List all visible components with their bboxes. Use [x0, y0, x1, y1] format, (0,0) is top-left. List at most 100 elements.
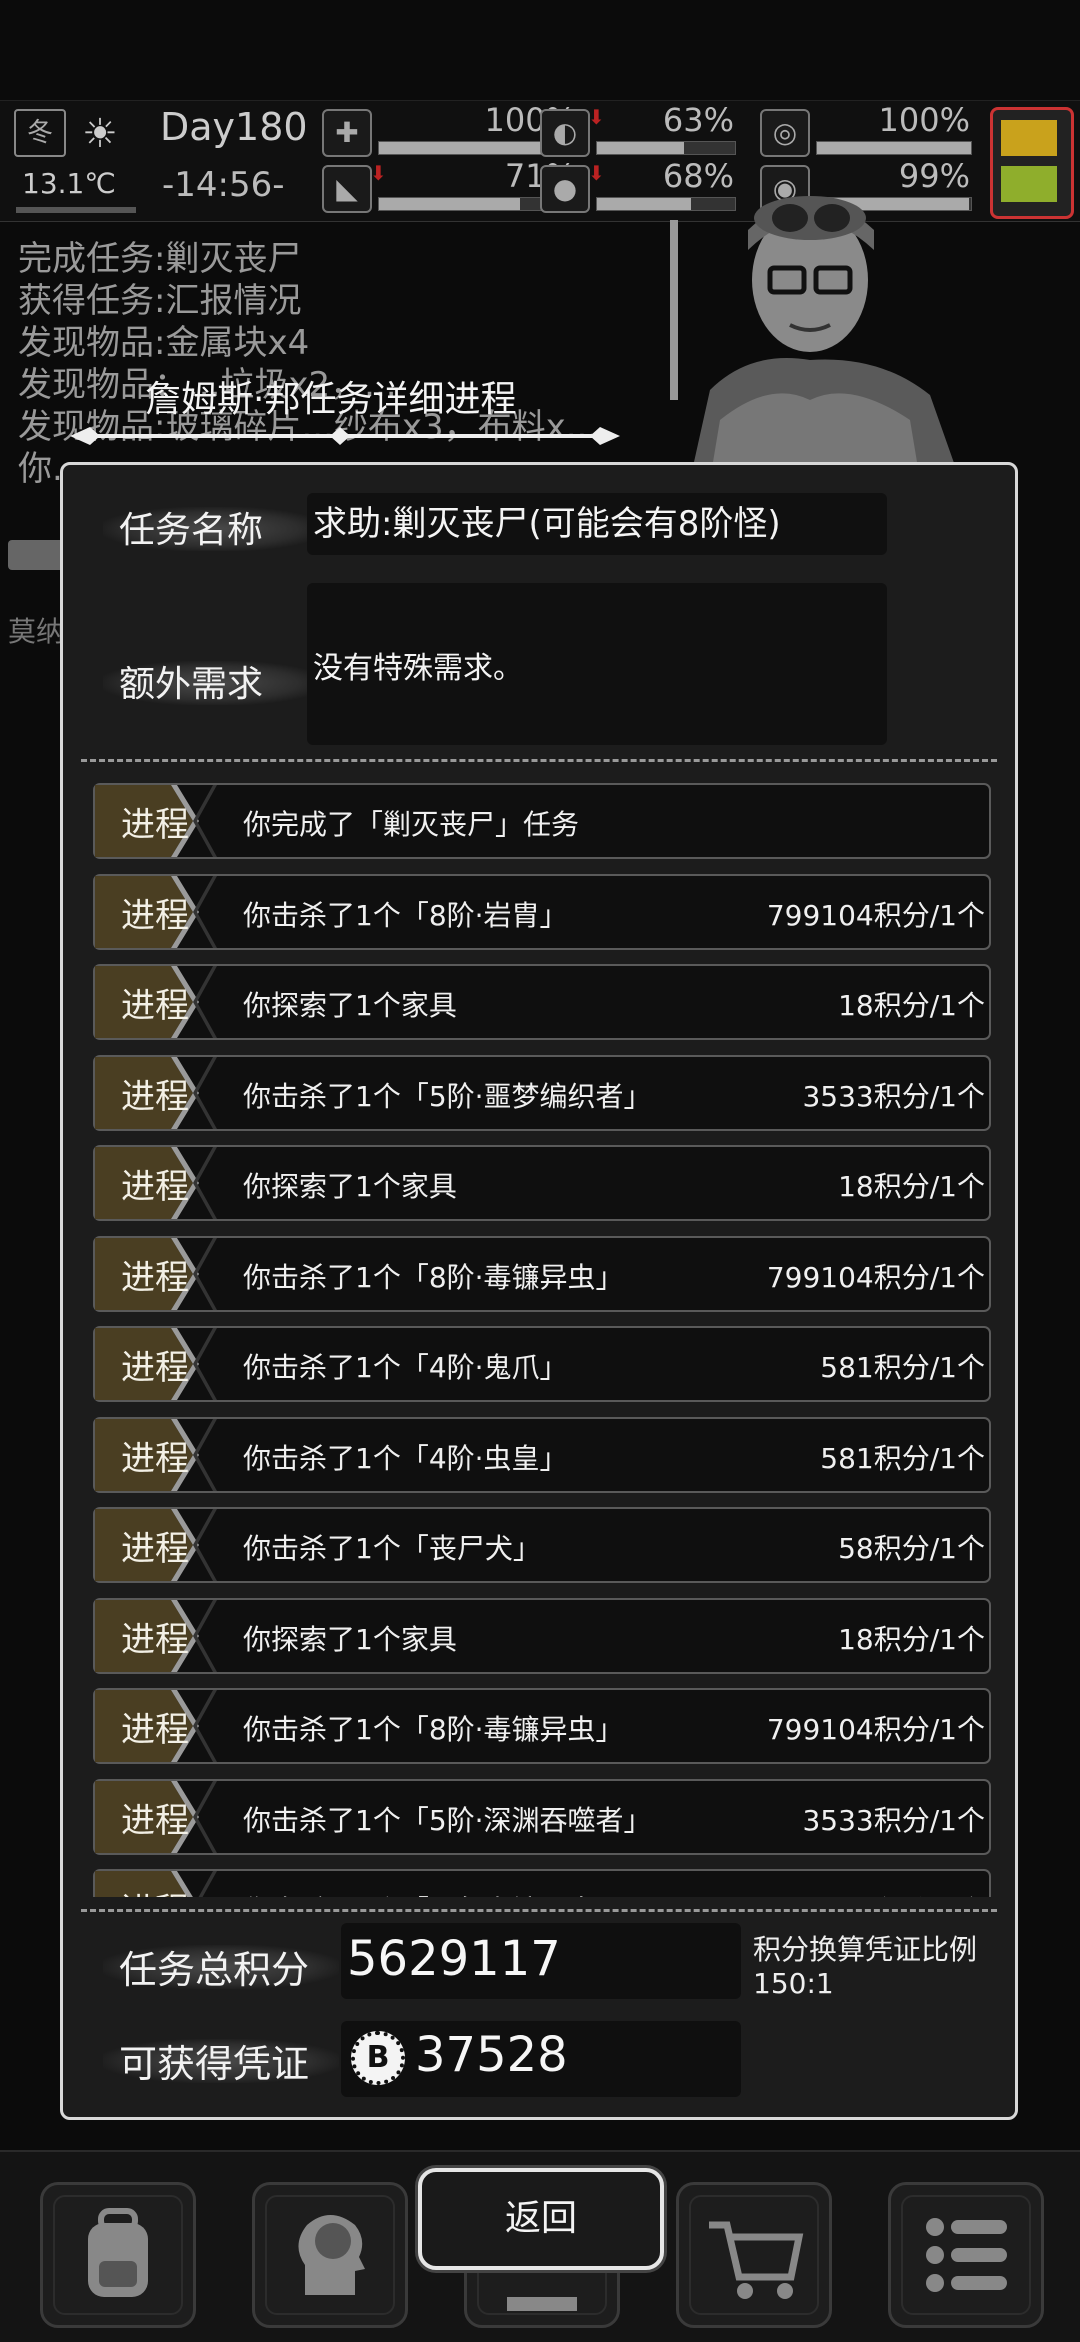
- stomach-icon: ◐: [540, 109, 590, 157]
- progress-score: 581积分/1个: [820, 1351, 985, 1384]
- background-label: 莫纳: [8, 615, 65, 648]
- progress-description: 你击杀了1个「5阶·噩梦编织者」: [243, 1079, 652, 1113]
- mask-icon: ◎: [760, 109, 810, 157]
- shop-cart-icon: [709, 2221, 804, 2299]
- progress-row: 进程 你击杀了1个「5阶·噩梦编织者」 3533积分/1个: [93, 1054, 991, 1131]
- progress-tag: 进程: [121, 1438, 189, 1479]
- progress-row: 进程 你击杀了1个「4阶·鬼爪」 581积分/1个: [93, 1326, 991, 1402]
- extra-requirement-value: 没有特殊需求。: [307, 583, 887, 745]
- total-score-label: 任务总积分: [103, 1939, 339, 1994]
- task-detail-panel: 任务名称 求助:剿灭丧尸(可能会有8阶怪) 额外需求 没有特殊需求。 进程 你完成…: [60, 462, 1018, 2120]
- progress-description: 你探索了1个家具: [243, 989, 457, 1022]
- progress-tag: 进程: [121, 1619, 189, 1660]
- progress-tag: 进程: [121, 805, 189, 845]
- backpack-button[interactable]: [40, 2182, 196, 2328]
- boot-icon: ◣: [322, 165, 372, 213]
- progress-score: 3533积分/1个: [802, 1079, 985, 1113]
- hunger-stat[interactable]: ◐ ⬇ 63%: [540, 101, 740, 157]
- progress-row: 进程 你探索了1个家具 18积分/1个: [93, 1145, 991, 1221]
- progress-row: 进程 你完成了「剿灭丧尸」任务: [93, 783, 991, 859]
- progress-score: 799104积分/1个: [766, 1713, 985, 1746]
- progress-score: 18积分/1个: [838, 989, 985, 1022]
- ratio-value: 150:1: [753, 1967, 834, 2000]
- progress-description: 你击杀了1个「8阶·毒镰异虫」: [243, 1260, 624, 1294]
- day-clock: Day180 -14:56-: [150, 105, 310, 215]
- progress-description: 你探索了1个家具: [243, 1170, 457, 1203]
- brain-skills-icon: [298, 2215, 365, 2295]
- sun-icon: ☀: [82, 111, 118, 157]
- voucher-value: 37528: [415, 2027, 568, 2083]
- progress-list[interactable]: 进程 你完成了「剿灭丧尸」任务 进程 你击杀了1个「8阶·岩胄」 799104积分/1个…: [83, 775, 995, 1897]
- stat-value: 63%: [662, 101, 734, 139]
- progress-row: 进程 你击杀了1个「8阶·毒镰异虫」 799104积分/1个: [93, 1688, 991, 1764]
- progress-tag: 进程: [121, 1076, 189, 1117]
- coin-icon: B: [351, 2031, 405, 2085]
- progress-tag: 进程: [121, 986, 189, 1026]
- progress-score: 18积分/1个: [838, 1622, 985, 1656]
- dashed-divider: [81, 759, 997, 762]
- progress-row: 进程 你击杀了1个「丧尸犬」 58积分/1个: [93, 1507, 991, 1583]
- total-score-value: 5629117: [347, 1931, 561, 1987]
- down-arrow-icon: ⬇: [588, 161, 605, 185]
- stat-bar: [596, 141, 736, 155]
- progress-row: 进程 你击杀了1个「8阶·毒镰异虫」 799104积分/1个: [93, 1235, 991, 1312]
- progress-score: 3533积分/1个: [802, 1803, 985, 1837]
- progress-description: 你击杀了1个「丧尸犬」: [243, 1532, 541, 1565]
- progress-tag: 进程: [121, 895, 189, 936]
- progress-description: 你击杀了1个「8阶·毒镰异虫」: [243, 1713, 624, 1746]
- skills-button[interactable]: [252, 2182, 408, 2328]
- battery-icon: [990, 107, 1074, 219]
- progress-tag: 进程: [121, 1800, 189, 1841]
- progress-description: 你击杀了1个「8阶·岩胄」: [243, 898, 568, 932]
- progress-score: 58积分/1个: [838, 1532, 985, 1565]
- stat-bar: [816, 141, 972, 155]
- log-line: 获得任务:汇报情况: [18, 281, 302, 321]
- medkit-icon: ✚: [322, 109, 372, 157]
- background-bar: [8, 540, 68, 570]
- event-log: 完成任务:剿灭丧尸 获得任务:汇报情况 发现物品:金属块x4 发现物品：...垃…: [18, 238, 598, 490]
- back-button[interactable]: 返回: [418, 2168, 664, 2270]
- progress-tag: 进程: [121, 1883, 189, 1897]
- task-name-label: 任务名称: [103, 501, 323, 553]
- progress-description: 你击杀了1个「8阶·毒镰异虫」: [243, 1889, 624, 1897]
- progress-row: 进程 你击杀了1个「8阶·毒镰异虫」 799104积分/1个: [93, 1869, 991, 1897]
- down-arrow-icon: ⬇: [588, 105, 605, 129]
- progress-description: 你击杀了1个「4阶·虫皇」: [243, 1441, 568, 1475]
- season-icon: 冬: [14, 109, 66, 157]
- dashed-divider: [81, 1909, 997, 1912]
- title-ribbon-decoration: [70, 427, 620, 445]
- progress-description: 你击杀了1个「5阶·深渊吞噬者」: [243, 1803, 652, 1837]
- dialog-title: 詹姆斯·邦任务详细进程: [145, 379, 517, 420]
- temperature-bar: [16, 207, 136, 213]
- ratio-info: 积分换算凭证比例 150:1: [753, 1933, 977, 2001]
- progress-score: 799104积分/1个: [767, 1889, 985, 1897]
- clock-time: -14:56-: [162, 165, 285, 205]
- extra-requirement-label: 额外需求: [103, 655, 323, 707]
- menu-list-icon: [926, 2218, 1007, 2292]
- day-counter: Day180: [160, 105, 308, 149]
- stat-value: 100%: [878, 101, 970, 139]
- progress-score: 799104积分/1个: [766, 1260, 985, 1294]
- mask-stat[interactable]: ◎ 100%: [760, 101, 976, 157]
- voucher-label: 可获得凭证: [103, 2033, 339, 2088]
- progress-score: 18积分/1个: [838, 1170, 985, 1203]
- ratio-label: 积分换算凭证比例: [753, 1933, 978, 1966]
- progress-tag: 进程: [121, 1257, 189, 1298]
- shop-button[interactable]: [676, 2182, 832, 2328]
- progress-description: 你探索了1个家具: [243, 1622, 457, 1656]
- progress-tag: 进程: [121, 1348, 189, 1388]
- progress-row: 进程 你击杀了1个「4阶·虫皇」 581积分/1个: [93, 1416, 991, 1493]
- water-drop-icon: ●: [540, 165, 590, 213]
- progress-row: 进程 你击杀了1个「8阶·岩胄」 799104积分/1个: [93, 873, 991, 950]
- progress-row: 进程 你击杀了1个「5阶·深渊吞噬者」 3533积分/1个: [93, 1778, 991, 1855]
- progress-tag: 进程: [121, 1167, 189, 1207]
- progress-row: 进程 你探索了1个家具 18积分/1个: [93, 964, 991, 1040]
- temperature: 13.1℃: [22, 167, 116, 200]
- down-arrow-icon: ⬇: [370, 161, 387, 185]
- weather-widget[interactable]: 冬 ☀ 13.1℃: [8, 107, 136, 215]
- progress-tag: 进程: [121, 1710, 189, 1750]
- progress-score: 581积分/1个: [820, 1441, 985, 1475]
- progress-row: 进程 你探索了1个家具 18积分/1个: [93, 1597, 991, 1674]
- log-line: 完成任务:剿灭丧尸: [18, 239, 302, 279]
- menu-button[interactable]: [888, 2182, 1044, 2328]
